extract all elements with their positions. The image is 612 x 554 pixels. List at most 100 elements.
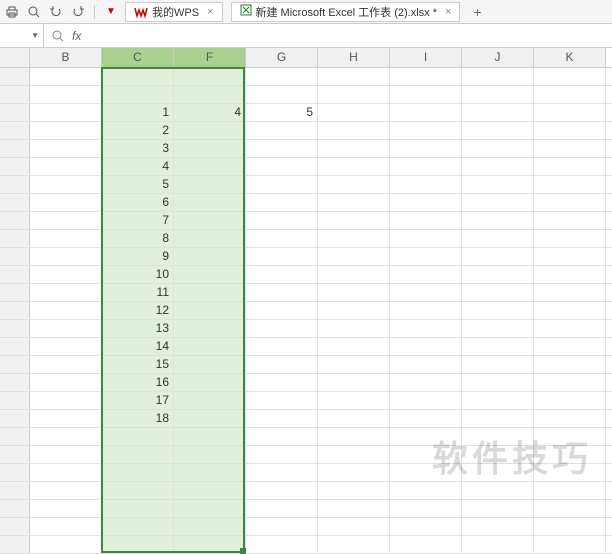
cell[interactable] bbox=[462, 122, 534, 139]
cell[interactable] bbox=[30, 230, 102, 247]
cell[interactable] bbox=[246, 140, 318, 157]
row-header[interactable] bbox=[0, 518, 30, 535]
cell[interactable] bbox=[246, 320, 318, 337]
cell[interactable] bbox=[30, 248, 102, 265]
cell[interactable] bbox=[246, 518, 318, 535]
cell[interactable] bbox=[462, 194, 534, 211]
cell[interactable] bbox=[462, 86, 534, 103]
cell[interactable] bbox=[30, 410, 102, 427]
add-tab-button[interactable]: + bbox=[468, 3, 486, 21]
row-header[interactable] bbox=[0, 176, 30, 193]
cell[interactable] bbox=[390, 320, 462, 337]
cell[interactable] bbox=[534, 392, 606, 409]
cell[interactable] bbox=[318, 446, 390, 463]
cell[interactable]: 9 bbox=[102, 248, 174, 265]
row-header[interactable] bbox=[0, 428, 30, 445]
cell[interactable] bbox=[534, 230, 606, 247]
cell[interactable] bbox=[390, 338, 462, 355]
cell[interactable] bbox=[462, 320, 534, 337]
cell[interactable] bbox=[462, 302, 534, 319]
cell[interactable] bbox=[174, 464, 246, 481]
cell[interactable] bbox=[534, 248, 606, 265]
cell[interactable] bbox=[390, 122, 462, 139]
cell[interactable] bbox=[174, 302, 246, 319]
row-header[interactable] bbox=[0, 140, 30, 157]
cell[interactable] bbox=[534, 500, 606, 517]
cell[interactable] bbox=[318, 122, 390, 139]
cell[interactable] bbox=[174, 140, 246, 157]
cell[interactable] bbox=[390, 248, 462, 265]
row-header[interactable] bbox=[0, 500, 30, 517]
cell[interactable] bbox=[30, 302, 102, 319]
cell[interactable] bbox=[30, 158, 102, 175]
row-header[interactable] bbox=[0, 356, 30, 373]
cell[interactable] bbox=[30, 320, 102, 337]
cell[interactable] bbox=[534, 356, 606, 373]
cell[interactable]: 17 bbox=[102, 392, 174, 409]
cell[interactable] bbox=[318, 266, 390, 283]
row-header[interactable] bbox=[0, 482, 30, 499]
cell[interactable] bbox=[534, 410, 606, 427]
cell[interactable] bbox=[174, 320, 246, 337]
cell[interactable] bbox=[246, 356, 318, 373]
cell[interactable] bbox=[174, 68, 246, 85]
dropdown-icon[interactable]: ▼ bbox=[103, 4, 119, 20]
column-header-J[interactable]: J bbox=[462, 48, 534, 67]
cell[interactable] bbox=[534, 158, 606, 175]
cell[interactable] bbox=[246, 464, 318, 481]
cell[interactable] bbox=[246, 392, 318, 409]
cell[interactable]: 15 bbox=[102, 356, 174, 373]
cell[interactable] bbox=[390, 158, 462, 175]
cell[interactable] bbox=[318, 86, 390, 103]
cell[interactable] bbox=[174, 446, 246, 463]
column-header-G[interactable]: G bbox=[246, 48, 318, 67]
row-header[interactable] bbox=[0, 68, 30, 85]
cell[interactable] bbox=[102, 518, 174, 535]
cell[interactable] bbox=[174, 158, 246, 175]
cell[interactable] bbox=[390, 140, 462, 157]
cell[interactable] bbox=[30, 122, 102, 139]
cell[interactable] bbox=[318, 464, 390, 481]
row-header[interactable] bbox=[0, 104, 30, 121]
cell[interactable] bbox=[174, 356, 246, 373]
cell[interactable]: 3 bbox=[102, 140, 174, 157]
cell[interactable] bbox=[174, 374, 246, 391]
cell[interactable]: 7 bbox=[102, 212, 174, 229]
cell[interactable] bbox=[462, 230, 534, 247]
cell[interactable] bbox=[30, 68, 102, 85]
cell[interactable] bbox=[246, 302, 318, 319]
cell[interactable] bbox=[390, 86, 462, 103]
close-icon[interactable]: × bbox=[207, 6, 213, 18]
cell[interactable] bbox=[390, 518, 462, 535]
cell[interactable] bbox=[246, 284, 318, 301]
cell[interactable] bbox=[318, 140, 390, 157]
cell[interactable] bbox=[462, 500, 534, 517]
cell[interactable] bbox=[30, 212, 102, 229]
cell[interactable] bbox=[534, 446, 606, 463]
cell[interactable] bbox=[174, 518, 246, 535]
cell[interactable] bbox=[462, 518, 534, 535]
cell[interactable] bbox=[174, 392, 246, 409]
cell[interactable] bbox=[318, 518, 390, 535]
cell[interactable] bbox=[390, 230, 462, 247]
row-header[interactable] bbox=[0, 248, 30, 265]
name-box[interactable]: ▼ bbox=[0, 24, 44, 47]
spreadsheet-grid[interactable]: BCFGHIJK 14523456789101112131415161718 bbox=[0, 48, 612, 554]
cell[interactable] bbox=[462, 266, 534, 283]
cell[interactable] bbox=[174, 194, 246, 211]
cell[interactable] bbox=[534, 176, 606, 193]
print-icon[interactable] bbox=[4, 4, 20, 20]
cell[interactable] bbox=[462, 428, 534, 445]
cell[interactable] bbox=[246, 266, 318, 283]
cell[interactable] bbox=[30, 104, 102, 121]
cell[interactable] bbox=[390, 428, 462, 445]
row-header[interactable] bbox=[0, 122, 30, 139]
cell[interactable] bbox=[246, 248, 318, 265]
cell[interactable] bbox=[30, 284, 102, 301]
cell[interactable] bbox=[318, 410, 390, 427]
cell[interactable] bbox=[462, 374, 534, 391]
zoom-icon[interactable] bbox=[50, 28, 66, 44]
row-header[interactable] bbox=[0, 446, 30, 463]
cell[interactable]: 18 bbox=[102, 410, 174, 427]
cell[interactable] bbox=[534, 266, 606, 283]
